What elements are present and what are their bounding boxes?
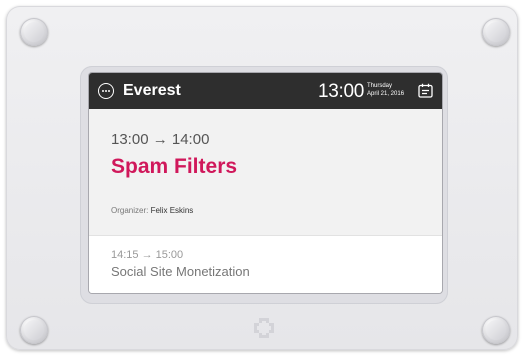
more-icon[interactable] (98, 83, 114, 99)
room-name: Everest (123, 82, 181, 99)
weekday-label: Thursday (367, 83, 393, 89)
screw-bottom-left (20, 316, 48, 344)
organizer-name: Felix Eskins (150, 206, 194, 215)
date-label: April 21, 2016 (367, 91, 405, 97)
current-meeting: 13:00 → 14:00 Spam Filters Organizer: Fe… (89, 109, 442, 235)
current-time: 13:00 (318, 81, 365, 102)
room-header: Everest 13:00 Thursday April 21, 2016 (89, 73, 442, 109)
next-meeting[interactable]: 14:15 → 15:00 Social Site Monetization (89, 235, 442, 293)
screw-top-right (482, 18, 510, 46)
current-meeting-time: 13:00 → 14:00 (111, 131, 210, 148)
current-meeting-title: Spam Filters (111, 155, 238, 178)
screw-bottom-right (482, 316, 510, 344)
logo-icon (254, 318, 274, 338)
screw-top-left (20, 18, 48, 46)
organizer-label: Organizer: (111, 206, 149, 215)
display-screen: Everest 13:00 Thursday April 21, 2016 13… (89, 73, 442, 293)
next-meeting-title: Social Site Monetization (111, 264, 250, 279)
next-meeting-time: 14:15 → 15:00 (111, 249, 184, 261)
organizer: Organizer: Felix Eskins (111, 206, 193, 215)
calendar-icon[interactable] (418, 83, 433, 98)
